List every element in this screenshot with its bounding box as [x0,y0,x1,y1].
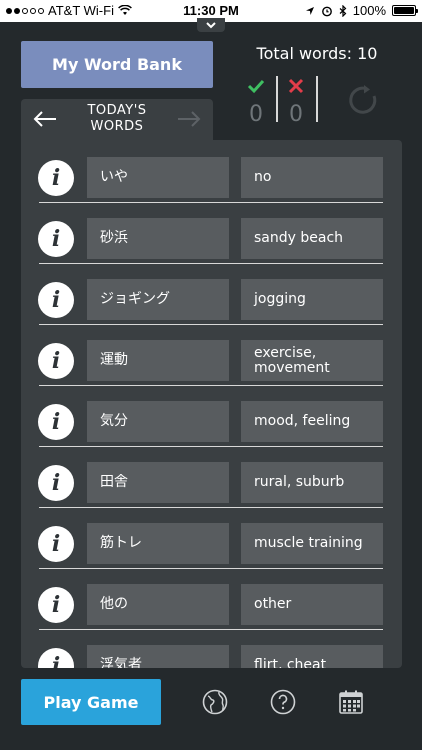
info-icon[interactable]: i [38,465,74,501]
globe-icon[interactable] [202,689,228,715]
word-row: i いや no [21,140,402,203]
info-icon[interactable]: i [38,343,74,379]
info-icon[interactable]: i [38,282,74,318]
word-row: i 運動 exercise, movement [21,323,402,386]
word-row: i 田舎 rural, suburb [21,445,402,508]
word-row: i 浮気者 flirt, cheat [21,628,402,668]
help-icon[interactable] [270,689,296,715]
info-icon[interactable]: i [38,526,74,562]
english-meaning[interactable]: no [241,157,383,198]
word-row: i 気分 mood, feeling [21,384,402,447]
todays-words-title-line2: WORDS [90,119,144,134]
info-icon[interactable]: i [38,648,74,668]
cross-icon [288,78,304,94]
alarm-icon [321,6,332,16]
english-meaning[interactable]: other [241,584,383,625]
calendar-icon[interactable] [338,689,364,715]
play-game-button[interactable]: Play Game [21,679,161,725]
info-icon[interactable]: i [38,160,74,196]
english-meaning[interactable]: rural, suburb [241,462,383,503]
my-word-bank-button[interactable]: My Word Bank [21,41,213,88]
score-divider [276,76,278,122]
info-icon[interactable]: i [38,587,74,623]
arrow-right-icon[interactable] [175,108,203,130]
word-row: i 他の other [21,567,402,630]
english-meaning[interactable]: muscle training [241,523,383,564]
location-arrow-icon [305,6,314,15]
japanese-word[interactable]: ジョギング [87,279,229,320]
word-row: i 砂浜 sandy beach [21,201,402,264]
info-icon[interactable]: i [38,404,74,440]
wrong-score: 0 [281,76,311,127]
total-words-label: Total words: 10 [256,44,378,63]
word-list[interactable]: i いや no i 砂浜 sandy beach i ジョギング jogging… [21,140,402,668]
todays-words-title-line1: TODAY'S [87,103,147,118]
english-meaning[interactable]: flirt, cheat [241,645,383,668]
battery-label: 100% [352,3,386,18]
info-icon[interactable]: i [38,221,74,257]
checkmark-icon [247,79,265,94]
todays-words-tab: TODAY'S WORDS [21,99,213,141]
wrong-count: 0 [289,102,303,127]
japanese-word[interactable]: 砂浜 [87,218,229,259]
status-right: 100% [305,3,418,18]
english-meaning[interactable]: mood, feeling [241,401,383,442]
english-meaning[interactable]: exercise, movement [241,340,383,381]
refresh-icon[interactable] [345,82,381,118]
japanese-word[interactable]: 運動 [87,340,229,381]
word-row: i 筋トレ muscle training [21,506,402,569]
word-row: i ジョギング jogging [21,262,402,325]
arrow-left-icon[interactable] [31,108,59,130]
japanese-word[interactable]: 他の [87,584,229,625]
english-meaning[interactable]: sandy beach [241,218,383,259]
japanese-word[interactable]: 浮気者 [87,645,229,668]
correct-score: 0 [241,76,271,127]
score-divider [316,76,318,122]
correct-count: 0 [249,102,263,127]
english-meaning[interactable]: jogging [241,279,383,320]
japanese-word[interactable]: 筋トレ [87,523,229,564]
japanese-word[interactable]: いや [87,157,229,198]
chevron-down-icon [206,22,216,29]
pull-down-tab[interactable] [197,18,225,32]
japanese-word[interactable]: 田舎 [87,462,229,503]
todays-words-title: TODAY'S WORDS [69,103,165,135]
bluetooth-icon [339,4,347,17]
battery-icon [392,5,418,16]
japanese-word[interactable]: 気分 [87,401,229,442]
